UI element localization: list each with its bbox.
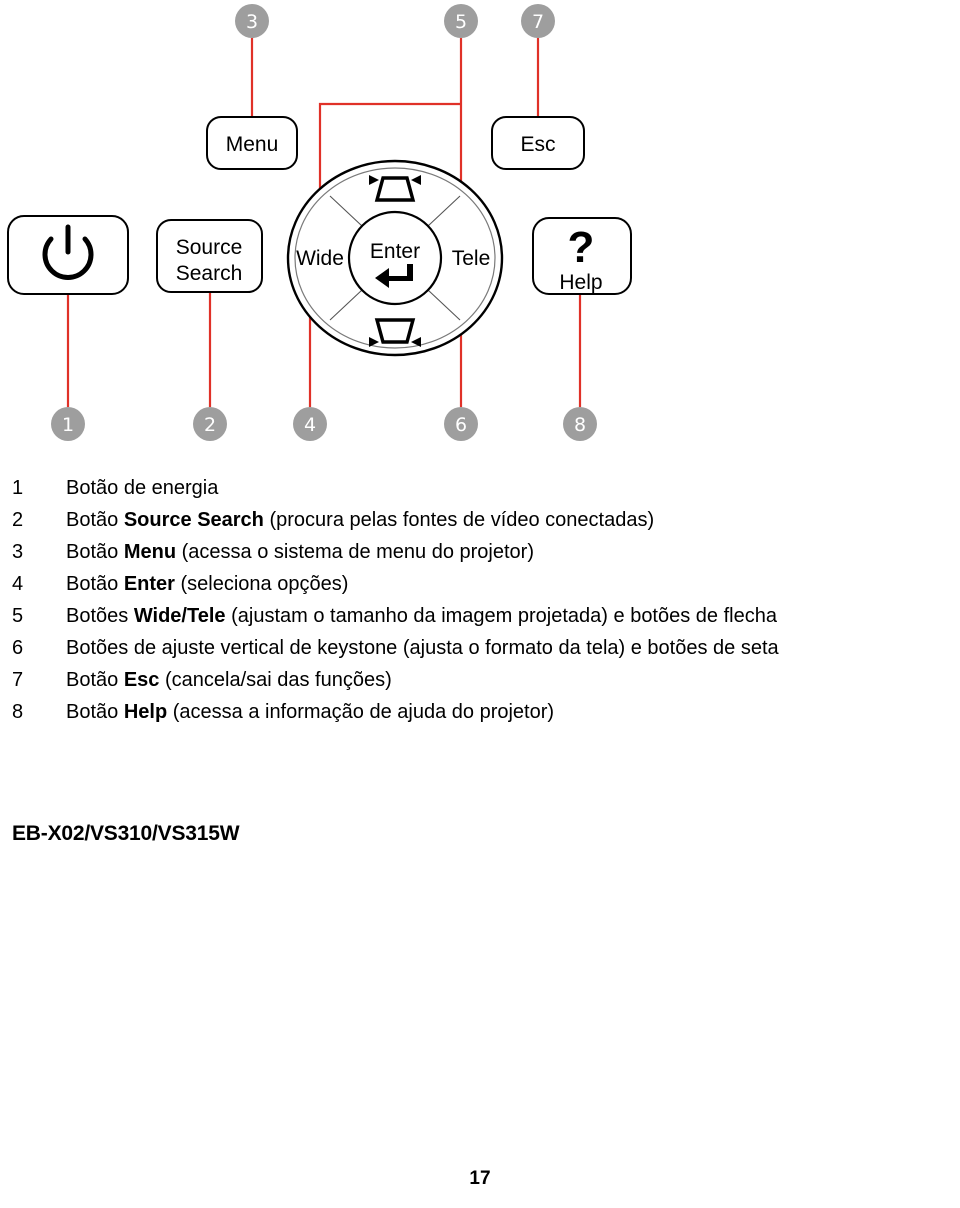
list-item: 6 Botões de ajuste vertical de keystone …: [0, 632, 960, 664]
legend-description: Botão de energia: [66, 472, 218, 504]
callout-5-label: 5: [455, 11, 467, 33]
legend-number: 2: [12, 509, 24, 531]
legend-description: Botões Wide/Tele (ajustam o tamanho da i…: [66, 600, 777, 632]
legend-post: (ajustam o tamanho da imagem projetada) …: [225, 605, 777, 627]
callout-3-label: 3: [246, 11, 258, 33]
list-item: 1 Botão de energia: [0, 472, 960, 504]
page-number: 17: [469, 1168, 491, 1189]
help-button-label: Help: [559, 271, 602, 294]
legend-description: Botões de ajuste vertical de keystone (a…: [66, 632, 779, 664]
legend-bold: Esc: [123, 669, 160, 691]
callout-6-label: 6: [455, 414, 467, 436]
legend-bold: Wide/Tele: [133, 605, 226, 627]
list-item: 5 Botões Wide/Tele (ajustam o tamanho da…: [0, 600, 960, 632]
legend-description: Botão Help (acessa a informação de ajuda…: [66, 696, 554, 728]
wide-button-label[interactable]: Wide: [296, 247, 344, 270]
power-button[interactable]: [7, 215, 129, 295]
legend-number: 3: [12, 541, 24, 563]
callout-5: 5: [444, 4, 478, 38]
question-mark-icon: ?: [568, 223, 595, 272]
legend-bold: Help: [123, 701, 168, 723]
legend-pre: Botões de ajuste vertical de keystone (a…: [66, 637, 779, 659]
list-item: 4 Botão Enter (seleciona opções): [0, 568, 960, 600]
source-search-button[interactable]: Source Search: [156, 219, 263, 293]
legend-bold: Source Search: [123, 509, 264, 531]
control-panel-svg: 3 5 7 1 2 4 6 8 Menu Esc Source Search ?…: [7, 4, 632, 441]
callout-4: 4: [293, 407, 327, 441]
help-button[interactable]: ? Help: [532, 217, 632, 295]
legend-bold: Menu: [123, 541, 177, 563]
callout-1: 1: [51, 407, 85, 441]
list-item: 3 Botão Menu (acessa o sistema de menu d…: [0, 536, 960, 568]
source-search-line1: Source: [176, 236, 243, 259]
esc-button-label: Esc: [520, 133, 555, 156]
legend-number: 7: [12, 669, 24, 691]
legend-pre: Botão: [66, 669, 124, 691]
menu-button[interactable]: Menu: [206, 116, 298, 170]
model-name-label: EB-X02/VS310/VS315W: [12, 822, 240, 845]
legend-pre: Botão: [66, 541, 124, 563]
legend-description: Botão Source Search (procura pelas fonte…: [66, 504, 654, 536]
legend-pre: Botão: [66, 509, 124, 531]
legend-number: 8: [12, 701, 24, 723]
legend-number: 5: [12, 605, 24, 627]
enter-button-label: Enter: [370, 240, 420, 263]
menu-button-label: Menu: [226, 133, 279, 156]
callout-7-label: 7: [532, 11, 544, 33]
legend-number: 6: [12, 637, 24, 659]
legend-pre: Botão: [66, 573, 124, 595]
callout-8-label: 8: [574, 414, 586, 436]
legend-post: (cancela/sai das funções): [159, 669, 392, 691]
callout-4-label: 4: [304, 414, 316, 436]
legend-description: Botão Esc (cancela/sai das funções): [66, 664, 392, 696]
list-item: 2 Botão Source Search (procura pelas fon…: [0, 504, 960, 536]
callout-3: 3: [235, 4, 269, 38]
legend-description: Botão Menu (acessa o sistema de menu do …: [66, 536, 534, 568]
legend-pre: Botões: [66, 605, 134, 627]
legend-post: (acessa a informação de ajuda do projeto…: [167, 701, 555, 723]
list-item: 7 Botão Esc (cancela/sai das funções): [0, 664, 960, 696]
control-panel-diagram: 3 5 7 1 2 4 6 8 Menu Esc Source Search ?…: [0, 0, 960, 460]
legend-description: Botão Enter (seleciona opções): [66, 568, 348, 600]
callout-6: 6: [444, 407, 478, 441]
legend-bold: Enter: [123, 573, 175, 595]
esc-button[interactable]: Esc: [491, 116, 585, 170]
legend-post: (procura pelas fontes de vídeo conectada…: [263, 509, 655, 531]
legend-number: 4: [12, 573, 24, 595]
callout-7: 7: [521, 4, 555, 38]
tele-button-label[interactable]: Tele: [452, 247, 491, 270]
legend-post: (acessa o sistema de menu do projetor): [176, 541, 534, 563]
callout-8: 8: [563, 407, 597, 441]
legend-pre: Botão: [66, 701, 124, 723]
callout-2-label: 2: [204, 414, 216, 436]
legend-post: (seleciona opções): [174, 573, 349, 595]
callout-1-label: 1: [62, 414, 74, 436]
legend-pre: Botão de energia: [66, 477, 219, 499]
callout-2: 2: [193, 407, 227, 441]
legend-number: 1: [12, 477, 24, 499]
navigation-pad[interactable]: Enter Wide Tele: [286, 159, 504, 357]
legend-list: 1 Botão de energia 2 Botão Source Search…: [0, 472, 960, 728]
source-search-line2: Search: [176, 262, 243, 285]
list-item: 8 Botão Help (acessa a informação de aju…: [0, 696, 960, 728]
